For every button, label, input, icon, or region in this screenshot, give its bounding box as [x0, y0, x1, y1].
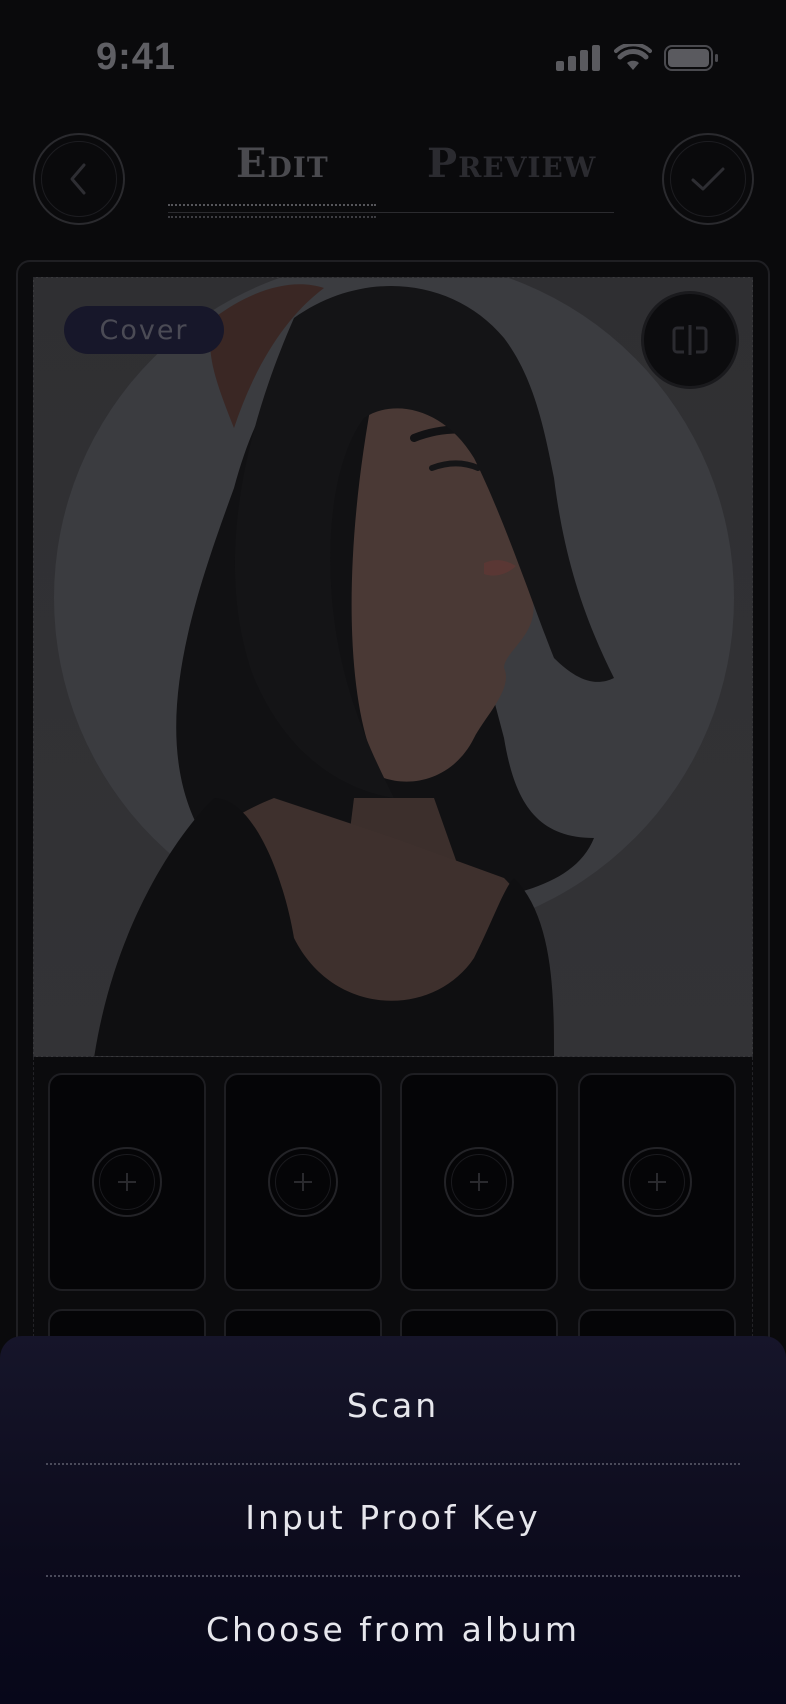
plus-icon	[470, 1173, 488, 1191]
status-time: 9:41	[96, 36, 177, 78]
wifi-icon	[614, 44, 652, 70]
tab-preview[interactable]: Preview	[427, 140, 596, 187]
plus-icon	[648, 1173, 666, 1191]
action-sheet: Scan Input Proof Key Choose from album	[0, 1336, 786, 1704]
swap-button[interactable]	[644, 294, 736, 386]
add-image-slot[interactable]	[578, 1073, 736, 1291]
add-button[interactable]	[268, 1147, 338, 1217]
add-button[interactable]	[622, 1147, 692, 1217]
checkmark-icon	[691, 167, 725, 191]
done-button[interactable]	[662, 133, 754, 225]
add-image-slot[interactable]	[400, 1073, 558, 1291]
cover-badge: Cover	[64, 306, 224, 354]
scan-option[interactable]: Scan	[0, 1386, 786, 1425]
sheet-divider	[46, 1463, 740, 1465]
cover-photo[interactable]	[33, 277, 753, 1057]
plus-icon	[294, 1173, 312, 1191]
sheet-divider	[46, 1575, 740, 1577]
add-button[interactable]	[444, 1147, 514, 1217]
add-image-slot[interactable]	[224, 1073, 382, 1291]
tab-active-indicator	[168, 204, 376, 218]
back-button[interactable]	[33, 133, 125, 225]
input-proof-key-option[interactable]: Input Proof Key	[0, 1498, 786, 1537]
status-icons	[556, 44, 720, 72]
screen: 9:41 Edit Preview Cover Scan Input Proof…	[0, 0, 786, 1704]
swap-icon	[672, 325, 708, 355]
plus-icon	[118, 1173, 136, 1191]
signal-icon	[556, 45, 600, 71]
status-bar: 9:41	[0, 0, 786, 118]
chevron-left-icon	[70, 163, 86, 195]
choose-from-album-option[interactable]: Choose from album	[0, 1610, 786, 1649]
add-image-slot[interactable]	[48, 1073, 206, 1291]
portrait-illustration	[34, 278, 752, 1056]
tab-edit[interactable]: Edit	[236, 140, 329, 187]
add-button[interactable]	[92, 1147, 162, 1217]
battery-icon	[664, 45, 718, 71]
